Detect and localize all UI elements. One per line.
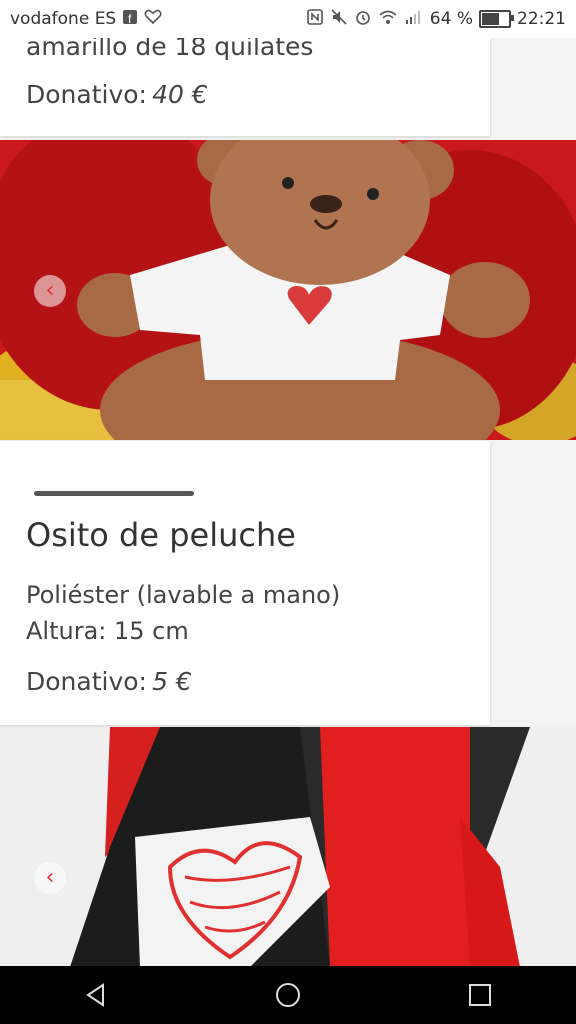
product-material: Poliéster (lavable a mano) <box>26 581 341 609</box>
price-value: 5 € <box>152 667 192 696</box>
mute-icon <box>330 8 348 30</box>
product-image-teddy-bear[interactable]: ‹ <box>0 140 576 440</box>
status-right: 64 % 22:21 <box>306 8 566 30</box>
price-label: Donativo: <box>26 80 147 109</box>
price-value: 40 € <box>152 80 208 109</box>
price-label: Donativo: <box>26 667 147 696</box>
battery-percent: 64 % <box>429 9 473 29</box>
product-price: Donativo: 40 € <box>26 80 208 109</box>
wifi-icon <box>378 9 398 29</box>
recents-icon[interactable] <box>460 975 500 1015</box>
product-price: Donativo: 5 € <box>26 667 192 696</box>
status-left: vodafone ES f <box>10 9 162 29</box>
bag-illustration <box>0 727 576 967</box>
facebook-icon: f <box>122 9 138 29</box>
heart-icon <box>144 9 162 29</box>
nfc-icon <box>306 8 324 30</box>
system-navigation-bar <box>0 966 576 1024</box>
gallery-prev-arrow[interactable]: ‹ <box>34 862 66 894</box>
product-image-bag[interactable]: ‹ <box>0 727 576 967</box>
product-title: Osito de peluche <box>26 516 296 554</box>
product-card-teddy: Osito de peluche Poliéster (lavable a ma… <box>0 441 490 725</box>
carrier-name: vodafone ES <box>10 9 117 29</box>
back-icon[interactable] <box>76 975 116 1015</box>
status-bar: vodafone ES f 64 % 22:21 <box>0 0 576 38</box>
product-card-ring: amarillo de 18 quilates Donativo: 40 € <box>0 32 490 136</box>
home-icon[interactable] <box>268 975 308 1015</box>
signal-icon <box>404 9 424 29</box>
product-height: Altura: 15 cm <box>26 617 189 645</box>
teddy-bear-illustration <box>0 140 576 440</box>
clock: 22:21 <box>517 9 566 29</box>
battery-icon <box>479 10 514 28</box>
alarm-icon <box>354 8 372 30</box>
gallery-prev-arrow[interactable]: ‹ <box>34 275 66 307</box>
redacted-bar <box>34 491 194 496</box>
